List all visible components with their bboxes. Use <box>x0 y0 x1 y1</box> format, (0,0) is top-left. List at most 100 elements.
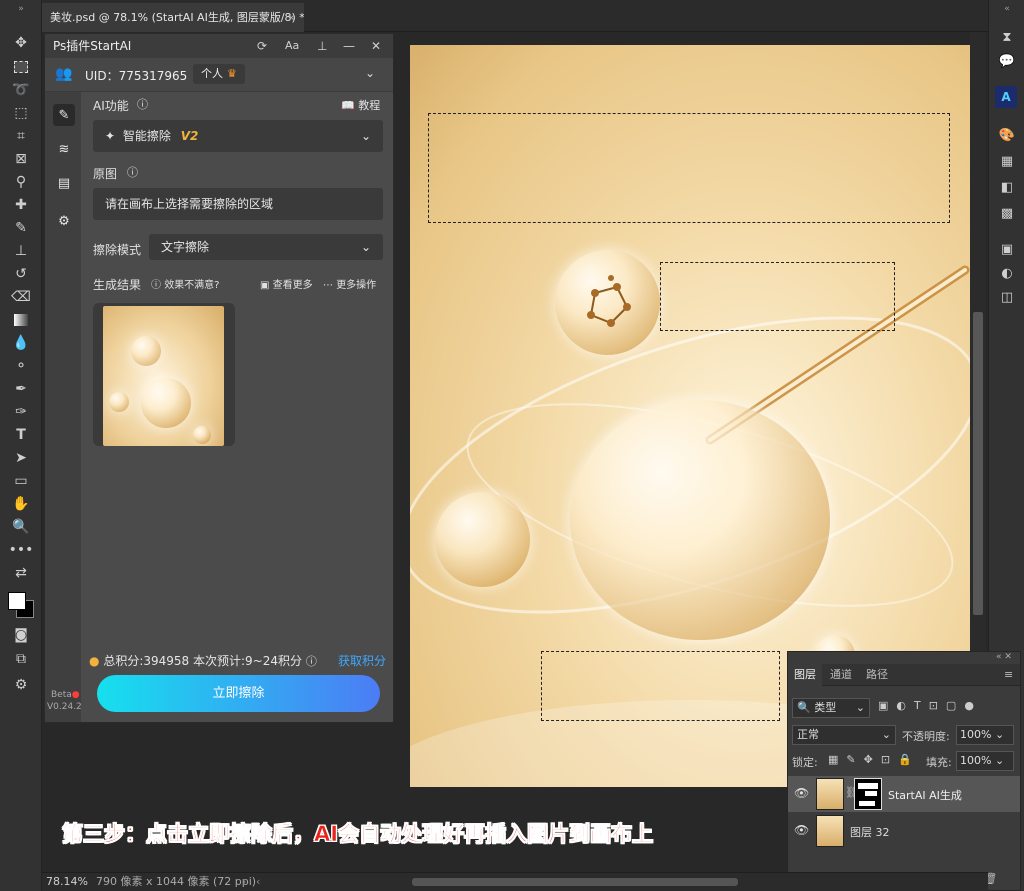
uid-text: UID：775317965 <box>85 69 188 83</box>
layer-thumbnail <box>816 815 844 847</box>
panel-menu-icon[interactable]: ≡ <box>998 664 1019 686</box>
unsatisfied-link[interactable]: ⓘ 效果不满意? <box>151 276 220 291</box>
close-icon[interactable]: ✕ <box>371 34 381 58</box>
lock-icons[interactable]: ▦✎✥⊡🔒 <box>828 753 920 766</box>
result-thumbnail[interactable] <box>93 303 235 446</box>
comments-icon[interactable]: 💬 <box>989 50 1024 72</box>
healing-brush-icon[interactable]: ✚ <box>0 194 42 216</box>
chevron-left-icon[interactable]: ‹ <box>256 873 260 891</box>
filter-kind-select[interactable]: 🔍 类型 ⌄ <box>792 698 870 718</box>
original-region-field[interactable]: 请在画布上选择需要擦除的区域 <box>93 188 383 220</box>
erase-tool-icon[interactable]: ✎ <box>53 104 75 126</box>
collapse-right-icon[interactable]: « <box>989 2 1024 16</box>
visibility-eye-icon[interactable]: 👁 <box>794 823 809 837</box>
blend-mode-select[interactable]: 正常 ⌄ <box>792 725 896 745</box>
horizontal-scroll-thumb[interactable] <box>412 878 738 886</box>
gradients-icon[interactable]: ◧ <box>989 176 1024 198</box>
eyedropper-icon[interactable]: ⚲ <box>0 171 42 193</box>
layer-row[interactable]: 👁 ⛓ StartAI AI生成 <box>788 776 1020 812</box>
filter-icons[interactable]: ▣◐T⊡▢● <box>878 699 982 712</box>
minimize-icon[interactable]: — <box>343 34 355 58</box>
document-tab-title: 美妆.psd @ 78.1% (StartAI AI生成, 图层蒙版/8) * <box>50 11 304 24</box>
chevron-right-icon[interactable]: › <box>242 873 246 891</box>
tab-close-icon[interactable]: × <box>287 3 296 32</box>
lasso-tool-icon[interactable]: ➰ <box>0 79 42 101</box>
properties-icon[interactable]: ◫ <box>989 286 1024 308</box>
account-badge[interactable]: 个人 ♛ <box>193 64 245 84</box>
blur-tool-icon[interactable]: 💧 <box>0 332 42 354</box>
document-info[interactable]: 790 像素 x 1044 像素 (72 ppi) <box>96 873 256 891</box>
swap-colors-icon[interactable]: ⇄ <box>0 562 42 584</box>
color-icon[interactable]: 🎨 <box>989 124 1024 146</box>
beta-label: Beta● <box>51 690 80 700</box>
fill-field[interactable]: 100% ⌄ <box>956 751 1014 771</box>
brush-tool-icon[interactable]: ✎ <box>0 217 42 239</box>
zoom-level[interactable]: 78.14% <box>46 873 88 891</box>
info-icon[interactable]: ⓘ <box>127 164 138 180</box>
more-tools-icon[interactable]: ••• <box>0 539 42 561</box>
tutorial-caption: 第三步：点击立即擦除后，AI会自动处理好再插入图片到画布上 <box>62 822 654 847</box>
opacity-field[interactable]: 100% ⌄ <box>956 725 1014 745</box>
frame-tool-icon[interactable]: ⊠ <box>0 148 42 170</box>
function-select[interactable]: ✦ 智能擦除 V2 ⌄ <box>93 120 383 152</box>
move-tool-icon[interactable]: ✥ <box>0 32 42 54</box>
collapse-icon[interactable]: » <box>0 2 42 16</box>
dodge-tool-icon[interactable]: ⚬ <box>0 355 42 377</box>
object-select-icon[interactable]: ⬚ <box>0 102 42 124</box>
clipboard-icon[interactable]: ▤ <box>53 172 75 194</box>
crop-tool-icon[interactable]: ⌗ <box>0 125 42 147</box>
font-size-icon[interactable]: Aa <box>285 34 299 58</box>
fill-label: 填充: <box>926 756 952 769</box>
info-icon[interactable]: ⓘ <box>306 655 317 668</box>
path-select-icon[interactable]: ➤ <box>0 447 42 469</box>
type-tool-icon[interactable]: T <box>0 424 42 446</box>
marquee-tool-icon[interactable] <box>0 56 42 78</box>
refresh-icon[interactable]: ⟳ <box>257 34 267 58</box>
chevron-down-icon[interactable]: ⌄ <box>365 66 375 80</box>
get-points-link[interactable]: 获取积分 <box>338 652 386 669</box>
layers-stack-icon[interactable]: ≋ <box>53 138 75 160</box>
gradient-tool-icon[interactable] <box>0 309 42 331</box>
pen-tool-2-icon[interactable]: ✑ <box>0 401 42 423</box>
eraser-tool-icon[interactable]: ⌫ <box>0 286 42 308</box>
tutorial-link[interactable]: 📖 教程 <box>341 97 380 113</box>
layer-mask-thumbnail[interactable] <box>854 778 882 810</box>
layer-row[interactable]: 👁 图层 32 <box>788 813 1020 849</box>
settings-gear-icon[interactable]: ⚙ <box>53 210 75 232</box>
info-icon[interactable]: ⓘ <box>137 96 148 112</box>
history-icon[interactable]: ⧗ <box>989 26 1024 48</box>
hand-tool-icon[interactable]: ✋ <box>0 493 42 515</box>
left-bubble <box>435 492 530 587</box>
erase-mode-select[interactable]: 文字擦除 ⌄ <box>149 234 383 260</box>
visibility-eye-icon[interactable]: 👁 <box>794 786 809 800</box>
large-bubble <box>570 400 830 640</box>
rectangle-tool-icon[interactable]: ▭ <box>0 470 42 492</box>
pin-icon[interactable]: ⊥ <box>317 34 327 58</box>
document-tab[interactable]: 美妆.psd @ 78.1% (StartAI AI生成, 图层蒙版/8) * … <box>42 3 304 32</box>
tab-paths[interactable]: 路径 <box>860 664 894 686</box>
crown-icon: ♛ <box>227 67 237 80</box>
plugin-title: Ps插件StartAI <box>53 39 132 53</box>
zoom-tool-icon[interactable]: 🔍 <box>0 516 42 538</box>
collapse-layers-icon[interactable]: « ✕ <box>996 652 1012 662</box>
erase-now-button[interactable]: 立即擦除 <box>97 675 380 712</box>
history-brush-icon[interactable]: ↺ <box>0 263 42 285</box>
startai-icon[interactable]: ⚙ <box>0 674 42 696</box>
tab-layers[interactable]: 图层 <box>788 664 822 686</box>
startai-panel-icon[interactable]: A <box>995 86 1017 108</box>
result-image <box>103 306 224 446</box>
view-more-link[interactable]: ▣ 查看更多 <box>260 276 313 291</box>
plugin-header: Ps插件StartAI ⟳ Aa ⊥ — ✕ <box>45 34 393 58</box>
screen-mode-icon[interactable]: ⧉ <box>0 648 42 670</box>
tab-channels[interactable]: 通道 <box>824 664 858 686</box>
vertical-scroll-thumb[interactable] <box>973 312 983 615</box>
patterns-icon[interactable]: ▩ <box>989 202 1024 224</box>
stamp-tool-icon[interactable]: ⊥ <box>0 240 42 262</box>
quick-mask-icon[interactable]: ◙ <box>0 624 42 646</box>
swatches-icon[interactable]: ▦ <box>989 150 1024 172</box>
libraries-icon[interactable]: ▣ <box>989 238 1024 260</box>
more-actions-link[interactable]: ⋯ 更多操作 <box>323 276 376 291</box>
erase-mode-label: 擦除模式 <box>93 243 142 257</box>
pen-tool-icon[interactable]: ✒ <box>0 378 42 400</box>
adjustments-icon[interactable]: ◐ <box>989 262 1024 284</box>
